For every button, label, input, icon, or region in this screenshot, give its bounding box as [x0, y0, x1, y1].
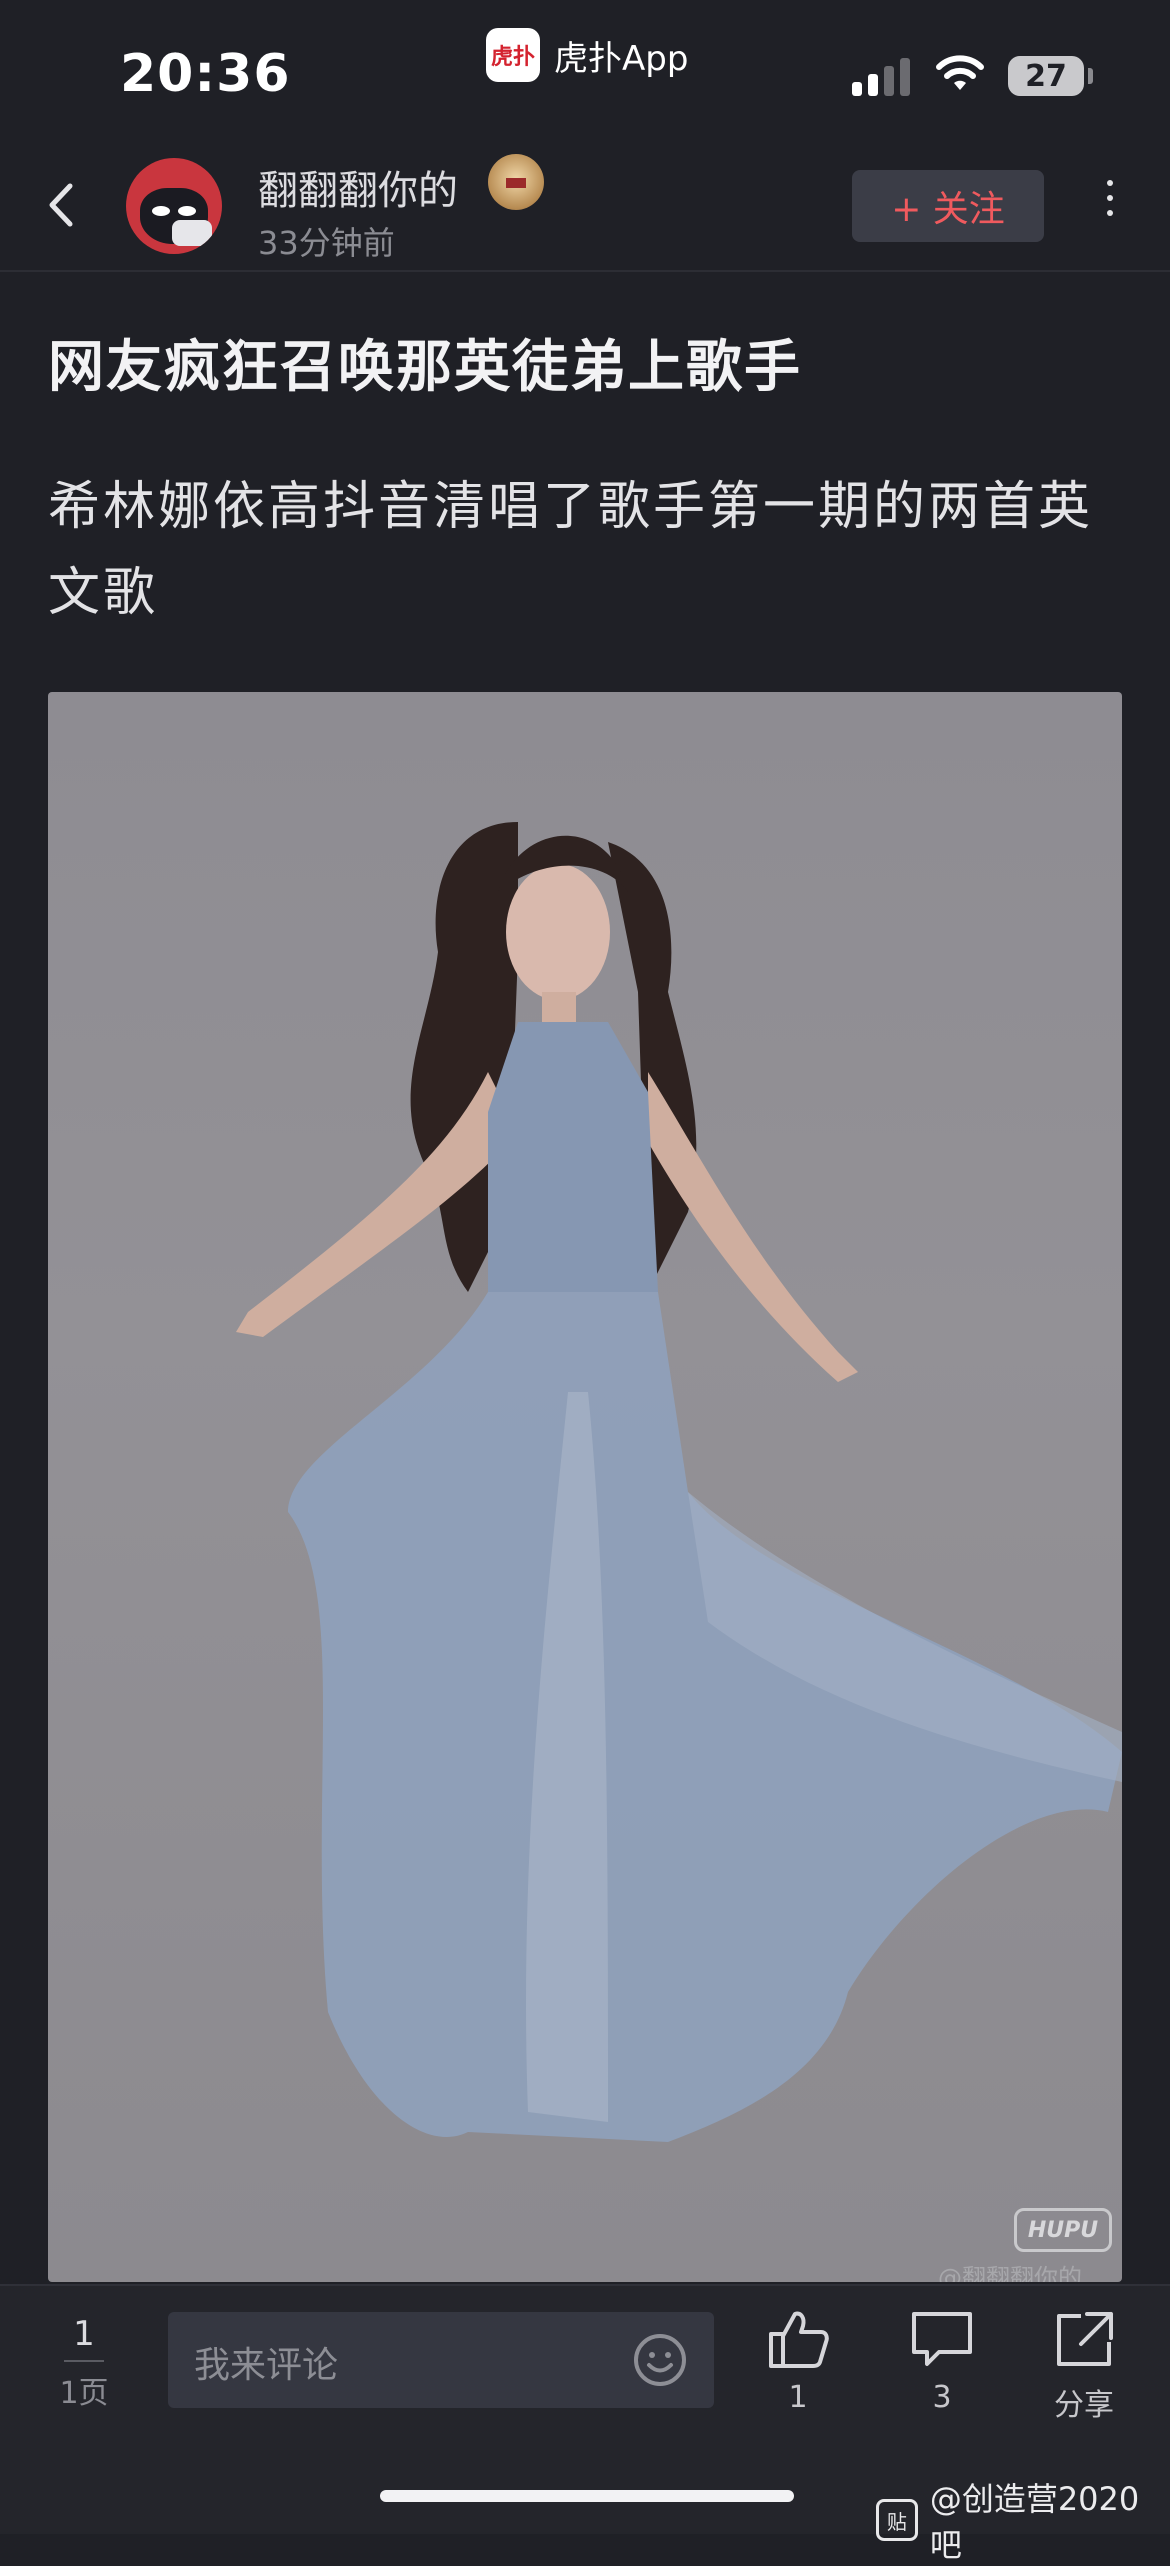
share-label: 分享 — [1054, 2388, 1114, 2423]
follow-button[interactable]: + 关注 — [852, 170, 1044, 242]
hupu-logo-icon: 虎扑 — [486, 28, 540, 82]
username[interactable]: 翻翻翻你的 — [258, 158, 458, 216]
tieba-watermark: 贴 @创造营2020吧 — [876, 2474, 1170, 2566]
app-name: 虎扑App — [554, 38, 689, 79]
post-image[interactable]: HUPU @翻翻翻你的 — [48, 692, 1122, 2282]
comment-count: 3 — [932, 2380, 952, 2415]
emoji-icon[interactable] — [632, 2332, 688, 2392]
post-header: 翻翻翻你的 33分钟前 + 关注 — [0, 140, 1170, 272]
more-options-icon[interactable] — [1102, 180, 1118, 230]
wifi-icon — [935, 54, 985, 98]
chevron-left-icon — [49, 183, 73, 227]
status-bar: 20:36 虎扑 虎扑App 27 — [0, 0, 1170, 140]
post-body: 希林娜依高抖音清唱了歌手第一期的两首英文歌 — [48, 477, 1094, 623]
avatar[interactable] — [126, 158, 222, 254]
battery-tip — [1088, 68, 1093, 84]
hupu-watermark-logo: HUPU — [1014, 2208, 1112, 2252]
comment-input[interactable]: 我来评论 — [168, 2312, 714, 2408]
comments-button[interactable]: 3 — [882, 2308, 1002, 2415]
tieba-icon: 贴 — [876, 2499, 918, 2541]
woman-in-blue-gown-illustration — [236, 822, 1122, 2142]
page-total: 1页 — [59, 2376, 109, 2411]
page-indicator[interactable]: 1 1页 — [56, 2314, 112, 2412]
comment-placeholder: 我来评论 — [194, 2345, 339, 2386]
medal-badge-icon[interactable] — [488, 154, 544, 210]
comment-bubble-icon — [912, 2312, 972, 2366]
image-watermark-user: @翻翻翻你的 — [938, 2264, 1082, 2282]
page-current: 1 — [73, 2314, 95, 2354]
like-button[interactable]: 1 — [738, 2308, 858, 2415]
battery-icon: 27 — [1008, 56, 1084, 96]
back-button[interactable] — [38, 180, 88, 230]
home-indicator[interactable] — [380, 2490, 794, 2502]
share-button[interactable]: 分享 — [1024, 2308, 1144, 2424]
thumbs-up-icon — [769, 2311, 829, 2368]
share-icon — [1057, 2312, 1113, 2366]
app-indicator[interactable]: 虎扑 虎扑App — [486, 28, 688, 82]
post-title: 网友疯狂召唤那英徒弟上歌手 — [48, 335, 802, 400]
app-logo-text: 虎扑 — [490, 45, 535, 70]
page-divider — [64, 2360, 104, 2362]
status-time: 20:36 — [120, 44, 291, 104]
tieba-watermark-text: @创造营2020吧 — [929, 2480, 1140, 2564]
cellular-signal-icon — [852, 56, 910, 96]
like-count: 1 — [788, 2380, 808, 2415]
post-time: 33分钟前 — [258, 224, 395, 262]
